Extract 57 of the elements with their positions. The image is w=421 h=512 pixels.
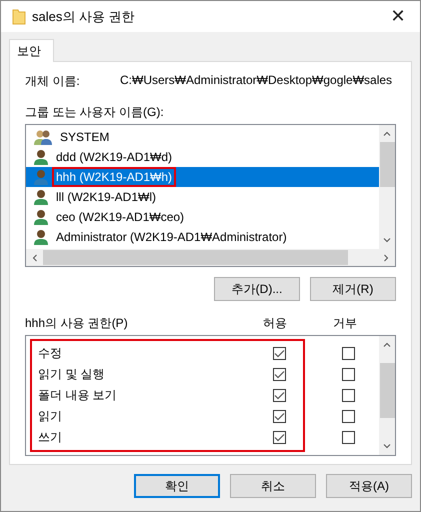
user-item[interactable]: ddd (W2K19-AD1₩d)	[26, 147, 379, 167]
user-item[interactable]: ceo (W2K19-AD1₩ceo)	[26, 207, 379, 227]
window-title: sales의 사용 권한	[32, 8, 136, 26]
user-name: ddd (W2K19-AD1₩d)	[55, 149, 174, 166]
vertical-scrollbar[interactable]	[379, 125, 395, 249]
dialog-button[interactable]: 제거(R)	[310, 277, 396, 301]
user-name: hhh (W2K19-AD1₩h)	[52, 167, 176, 187]
permission-name: 폴더 내용 보기	[38, 387, 118, 404]
deny-checkbox[interactable]	[342, 389, 355, 402]
user-name: ceo (W2K19-AD1₩ceo)	[55, 209, 186, 226]
allow-checkbox[interactable]	[273, 410, 286, 423]
tab[interactable]: 보안	[9, 39, 54, 62]
deny-checkbox[interactable]	[342, 368, 355, 381]
dialog-button[interactable]: 취소	[230, 474, 316, 498]
allow-checkbox[interactable]	[273, 347, 286, 360]
user-item[interactable]: Administrator (W2K19-AD1₩Administrator)	[26, 227, 379, 247]
group-icon	[34, 129, 52, 145]
deny-checkbox[interactable]	[342, 410, 355, 423]
user-icon	[34, 209, 48, 225]
user-icon	[34, 149, 48, 165]
allow-checkbox[interactable]	[273, 368, 286, 381]
deny-header: 거부	[332, 315, 358, 332]
users-label: 그룹 또는 사용자 이름(G):	[25, 104, 165, 121]
user-item[interactable]: hhh (W2K19-AD1₩h)	[26, 167, 379, 187]
scroll-left-icon[interactable]	[32, 254, 37, 262]
user-name: SYSTEM	[59, 129, 110, 146]
user-item[interactable]: SYSTEM	[26, 127, 379, 147]
user-name: lll (W2K19-AD1₩l)	[55, 189, 158, 206]
user-icon	[34, 229, 48, 245]
close-button[interactable]: ✕	[376, 1, 420, 32]
object-path: C:₩Users₩Administrator₩Desktop₩gogle₩sales	[120, 73, 392, 89]
scroll-up-icon[interactable]	[383, 131, 391, 136]
object-name-label: 개체 이름:	[25, 73, 81, 90]
deny-checkbox[interactable]	[342, 431, 355, 444]
allow-header: 허용	[262, 315, 288, 332]
permission-name: 쓰기	[38, 429, 63, 446]
permissions-label: hhh의 사용 권한(P)	[25, 315, 129, 332]
user-name: Administrator (W2K19-AD1₩Administrator)	[55, 229, 288, 246]
scroll-up-icon[interactable]	[383, 342, 391, 347]
permission-name: 읽기 및 실행	[38, 366, 106, 383]
dialog-button[interactable]: 적용(A)	[326, 474, 412, 498]
user-icon	[34, 169, 48, 185]
horizontal-scrollbar[interactable]	[26, 249, 395, 266]
dialog-button[interactable]: 추가(D)...	[214, 277, 300, 301]
scroll-down-icon[interactable]	[383, 238, 391, 243]
scroll-down-icon[interactable]	[383, 444, 391, 449]
vertical-scrollbar[interactable]	[379, 336, 395, 455]
user-icon	[34, 189, 48, 205]
dialog-button[interactable]: 확인	[134, 474, 220, 498]
deny-checkbox[interactable]	[342, 347, 355, 360]
allow-checkbox[interactable]	[273, 431, 286, 444]
permission-name: 읽기	[38, 408, 63, 425]
folder-icon	[12, 8, 26, 24]
scroll-right-icon[interactable]	[384, 254, 389, 262]
allow-checkbox[interactable]	[273, 389, 286, 402]
user-item[interactable]: lll (W2K19-AD1₩l)	[26, 187, 379, 207]
permission-name: 수정	[38, 345, 63, 362]
